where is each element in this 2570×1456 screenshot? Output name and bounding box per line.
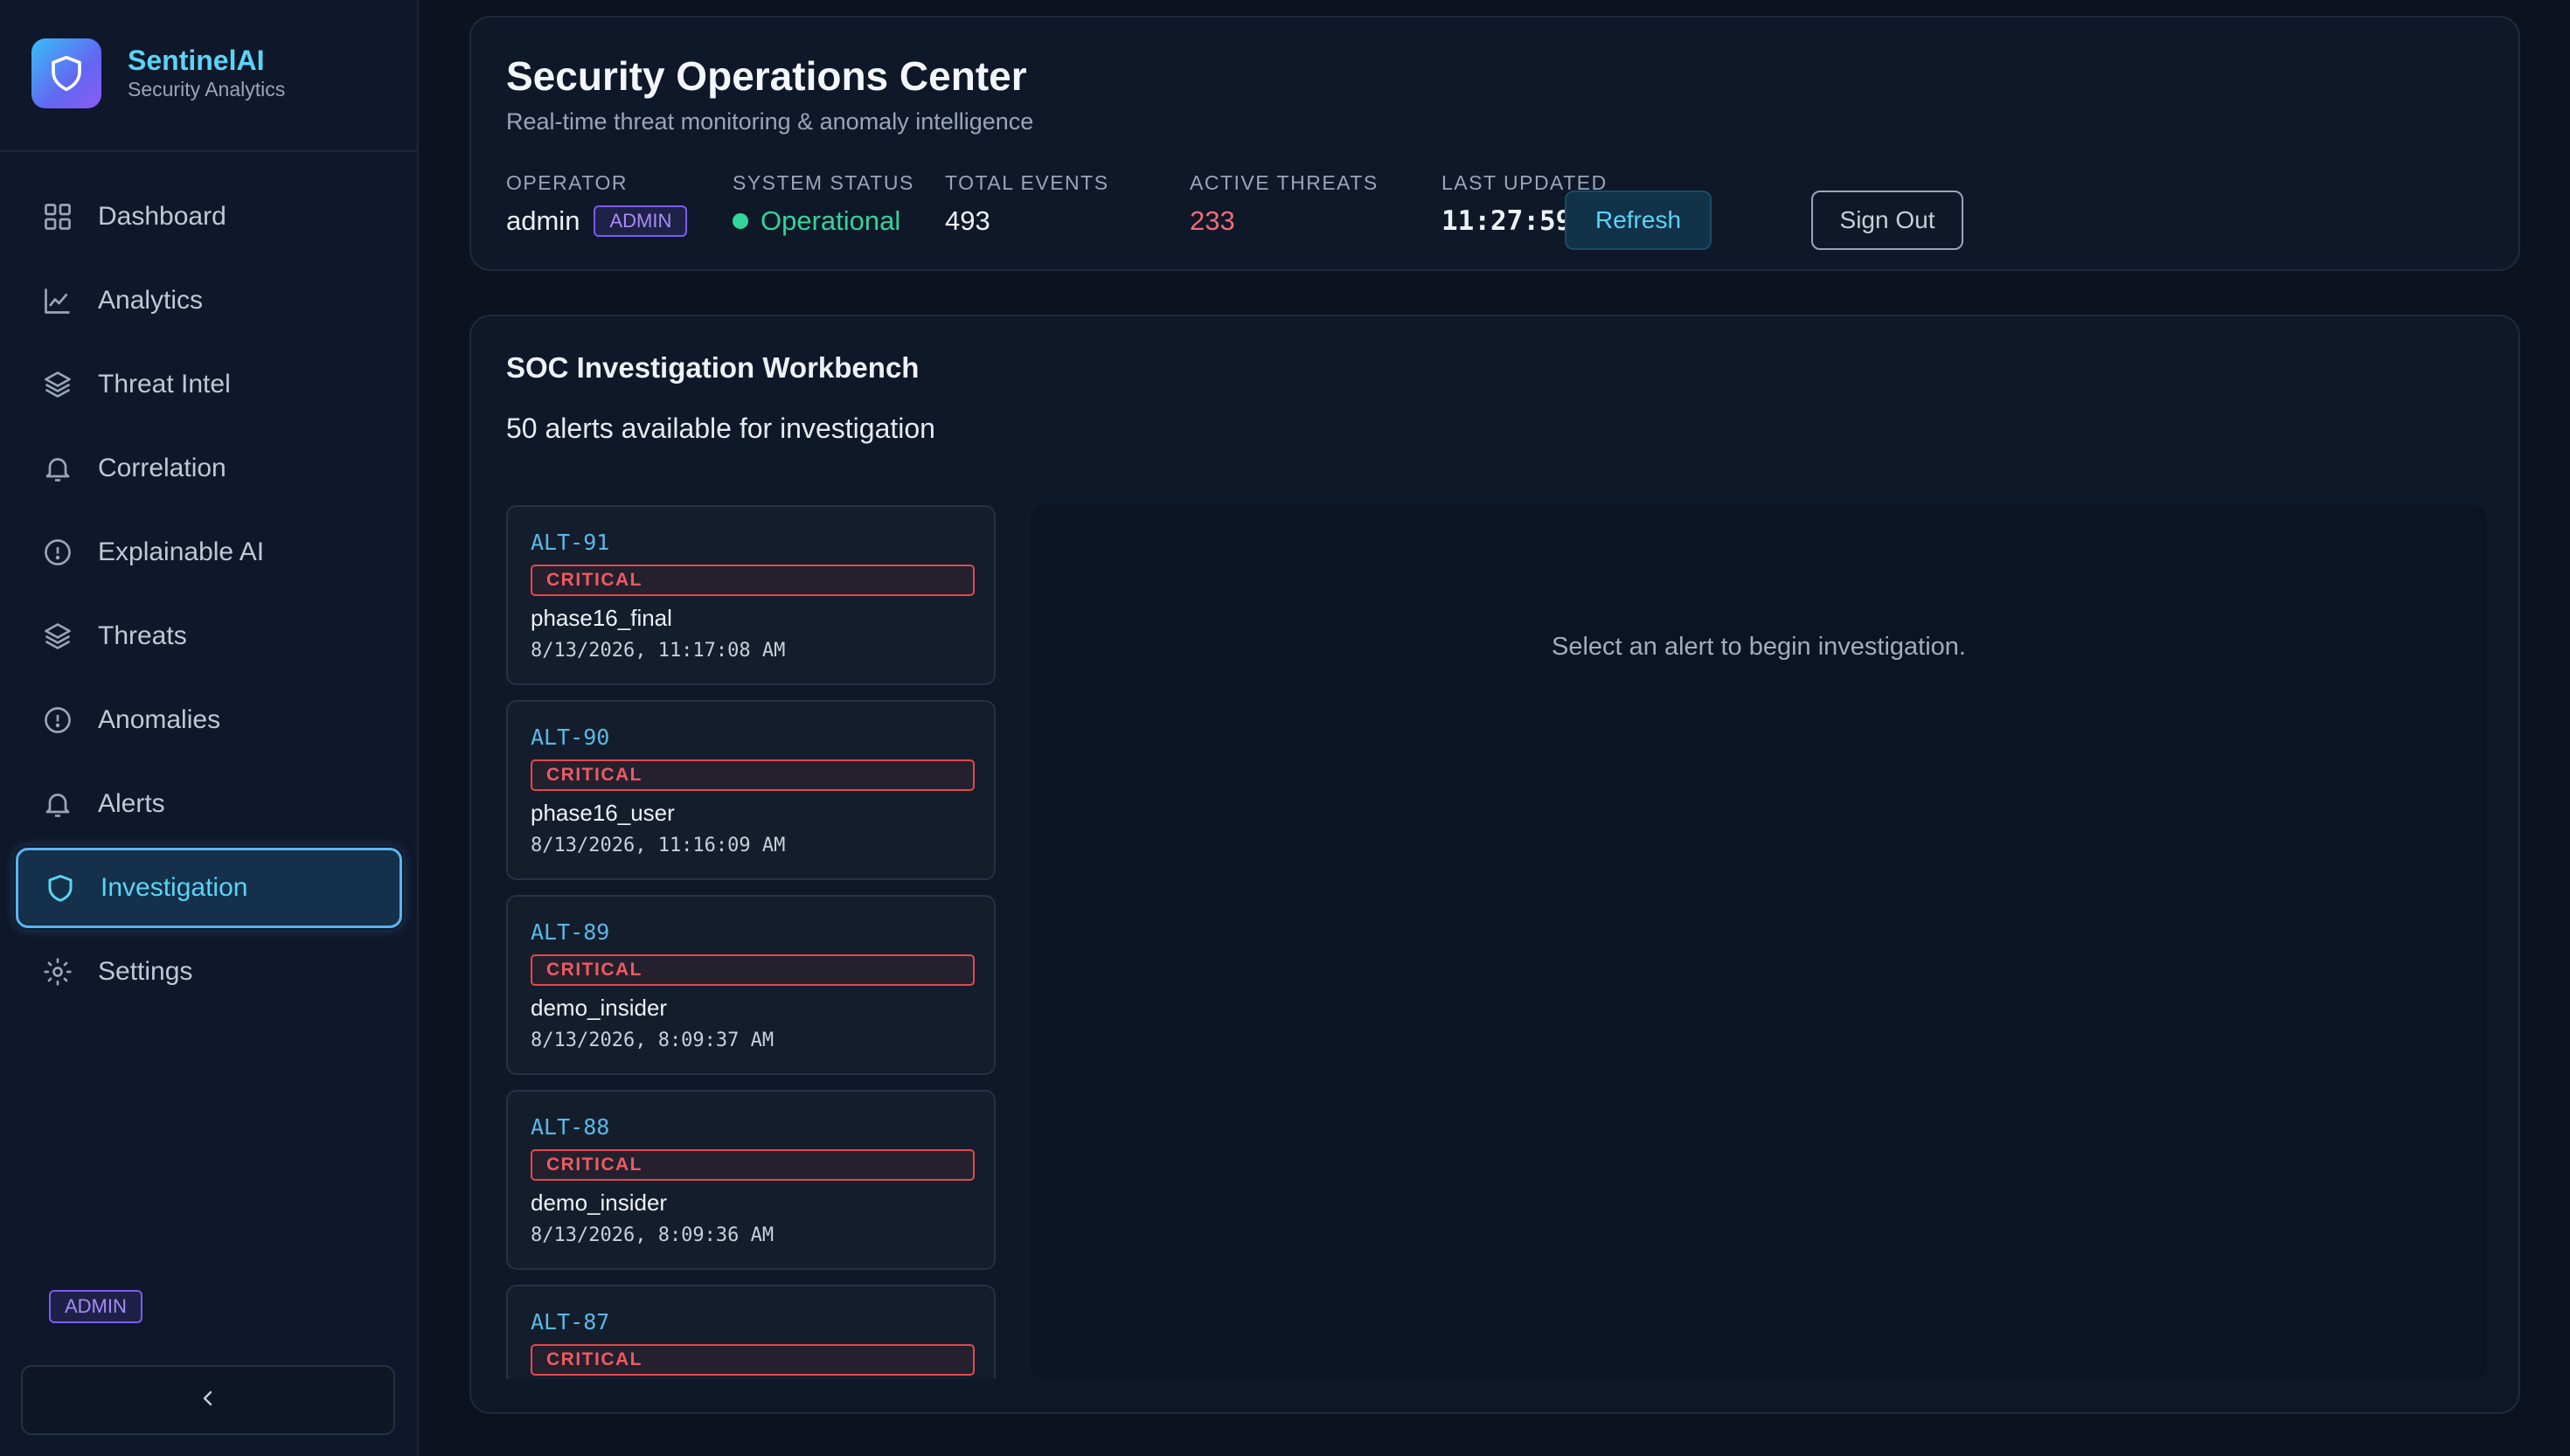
layers-icon [40, 619, 75, 654]
sidebar-item-threat-intel[interactable]: Threat Intel [16, 344, 402, 425]
alert-id: ALT-89 [531, 919, 610, 945]
brand-subtitle: Security Analytics [128, 78, 286, 101]
alert-id: ALT-90 [531, 725, 610, 750]
sidebar-item-label: Alerts [98, 789, 165, 818]
stat-label: SYSTEM STATUS [733, 171, 914, 194]
refresh-button[interactable]: Refresh [1565, 191, 1712, 250]
alert-user: demo_insider [531, 1189, 668, 1216]
sidebar-item-label: Dashboard [98, 202, 226, 231]
status-dot [733, 213, 748, 229]
page-title: Security Operations Center [506, 53, 1027, 99]
alert-list[interactable]: ALT-91 CRITICAL phase16_final 8/13/2026,… [506, 505, 996, 1379]
chevron-left-icon [198, 1388, 219, 1413]
sidebar-item-label: Explainable AI [98, 537, 265, 566]
alert-user: demo_insider [531, 995, 668, 1021]
sidebar-item-label: Threats [98, 621, 187, 650]
workbench-title: SOC Investigation Workbench [506, 351, 920, 384]
sidebar-item-label: Threat Intel [98, 370, 231, 399]
operator-stat: OPERATOR admin ADMIN [506, 171, 688, 237]
admin-badge: ADMIN [594, 205, 688, 237]
info-circle-icon [40, 535, 75, 570]
page-subtitle: Real-time threat monitoring & anomaly in… [506, 108, 1034, 135]
alert-card[interactable]: ALT-88 CRITICAL demo_insider 8/13/2026, … [506, 1090, 996, 1270]
stat-label: TOTAL EVENTS [945, 171, 1109, 194]
layers-icon [40, 367, 75, 402]
alert-card[interactable]: ALT-87 CRITICAL [506, 1285, 996, 1379]
info-circle-icon [40, 703, 75, 738]
sidebar-item-label: Correlation [98, 454, 226, 482]
sidebar-item-label: Analytics [98, 286, 204, 315]
gear-icon [40, 954, 75, 989]
alert-count: 50 alerts available for investigation [506, 413, 935, 444]
bell-icon [40, 787, 75, 822]
brand-name: SentinelAI [128, 45, 265, 76]
severity-badge: CRITICAL [531, 565, 975, 596]
grid-icon [40, 199, 75, 234]
alert-id: ALT-91 [531, 530, 610, 555]
alert-timestamp: 8/13/2026, 11:16:09 AM [531, 835, 786, 856]
active-threats-value: 233 [1190, 205, 1235, 236]
sidebar-item-analytics[interactable]: Analytics [16, 260, 402, 341]
alert-timestamp: 8/13/2026, 11:17:08 AM [531, 640, 786, 662]
sidebar-item-label: Anomalies [98, 705, 221, 734]
sign-out-button[interactable]: Sign Out [1811, 191, 1963, 250]
total-events-value: 493 [945, 205, 990, 236]
brand: SentinelAI Security Analytics [31, 38, 285, 108]
alert-card[interactable]: ALT-91 CRITICAL phase16_final 8/13/2026,… [506, 505, 996, 685]
sidebar-item-explainable-ai[interactable]: Explainable AI [16, 512, 402, 593]
sidebar-item-settings[interactable]: Settings [16, 932, 402, 1012]
sidebar-divider [0, 150, 417, 152]
severity-badge: CRITICAL [531, 1149, 975, 1181]
system-status-stat: SYSTEM STATUS Operational [733, 171, 914, 237]
sidebar-item-alerts[interactable]: Alerts [16, 764, 402, 844]
operator-name: admin [506, 205, 580, 236]
alert-card[interactable]: ALT-89 CRITICAL demo_insider 8/13/2026, … [506, 895, 996, 1075]
alert-card[interactable]: ALT-90 CRITICAL phase16_user 8/13/2026, … [506, 700, 996, 880]
header-card: Security Operations Center Real-time thr… [469, 16, 2520, 271]
alert-detail-pane: Select an alert to begin investigation. [1031, 505, 2487, 1379]
sidebar-item-label: Settings [98, 957, 193, 986]
main-content: Security Operations Center Real-time thr… [419, 0, 2570, 1456]
alert-user: phase16_user [531, 800, 675, 826]
role-badge: ADMIN [49, 1290, 142, 1323]
sidebar-item-threats[interactable]: Threats [16, 596, 402, 676]
sidebar-item-dashboard[interactable]: Dashboard [16, 177, 402, 257]
shield-icon [43, 870, 78, 905]
sidebar-item-label: Investigation [101, 873, 248, 902]
shield-logo-icon [31, 38, 101, 108]
sidebar: SentinelAI Security Analytics Dashboard … [0, 0, 419, 1456]
active-threats-stat: ACTIVE THREATS 233 [1190, 171, 1379, 237]
collapse-sidebar-button[interactable] [21, 1365, 395, 1435]
severity-badge: CRITICAL [531, 759, 975, 791]
empty-state-message: Select an alert to begin investigation. [1552, 633, 1966, 661]
alert-id: ALT-87 [531, 1309, 610, 1335]
alert-id: ALT-88 [531, 1114, 610, 1140]
severity-badge: CRITICAL [531, 954, 975, 986]
investigation-workbench: SOC Investigation Workbench 50 alerts av… [469, 315, 2520, 1414]
stat-label: OPERATOR [506, 171, 628, 194]
sidebar-item-anomalies[interactable]: Anomalies [16, 680, 402, 760]
sidebar-item-correlation[interactable]: Correlation [16, 428, 402, 509]
system-status-value: Operational [761, 205, 901, 236]
total-events-stat: TOTAL EVENTS 493 [945, 171, 1109, 237]
stat-label: ACTIVE THREATS [1190, 171, 1379, 194]
line-chart-icon [40, 283, 75, 318]
alert-timestamp: 8/13/2026, 8:09:36 AM [531, 1224, 774, 1246]
sidebar-item-investigation[interactable]: Investigation [16, 848, 402, 928]
severity-badge: CRITICAL [531, 1344, 975, 1376]
bell-icon [40, 451, 75, 486]
alert-timestamp: 8/13/2026, 8:09:37 AM [531, 1030, 774, 1051]
alert-user: phase16_final [531, 605, 672, 631]
